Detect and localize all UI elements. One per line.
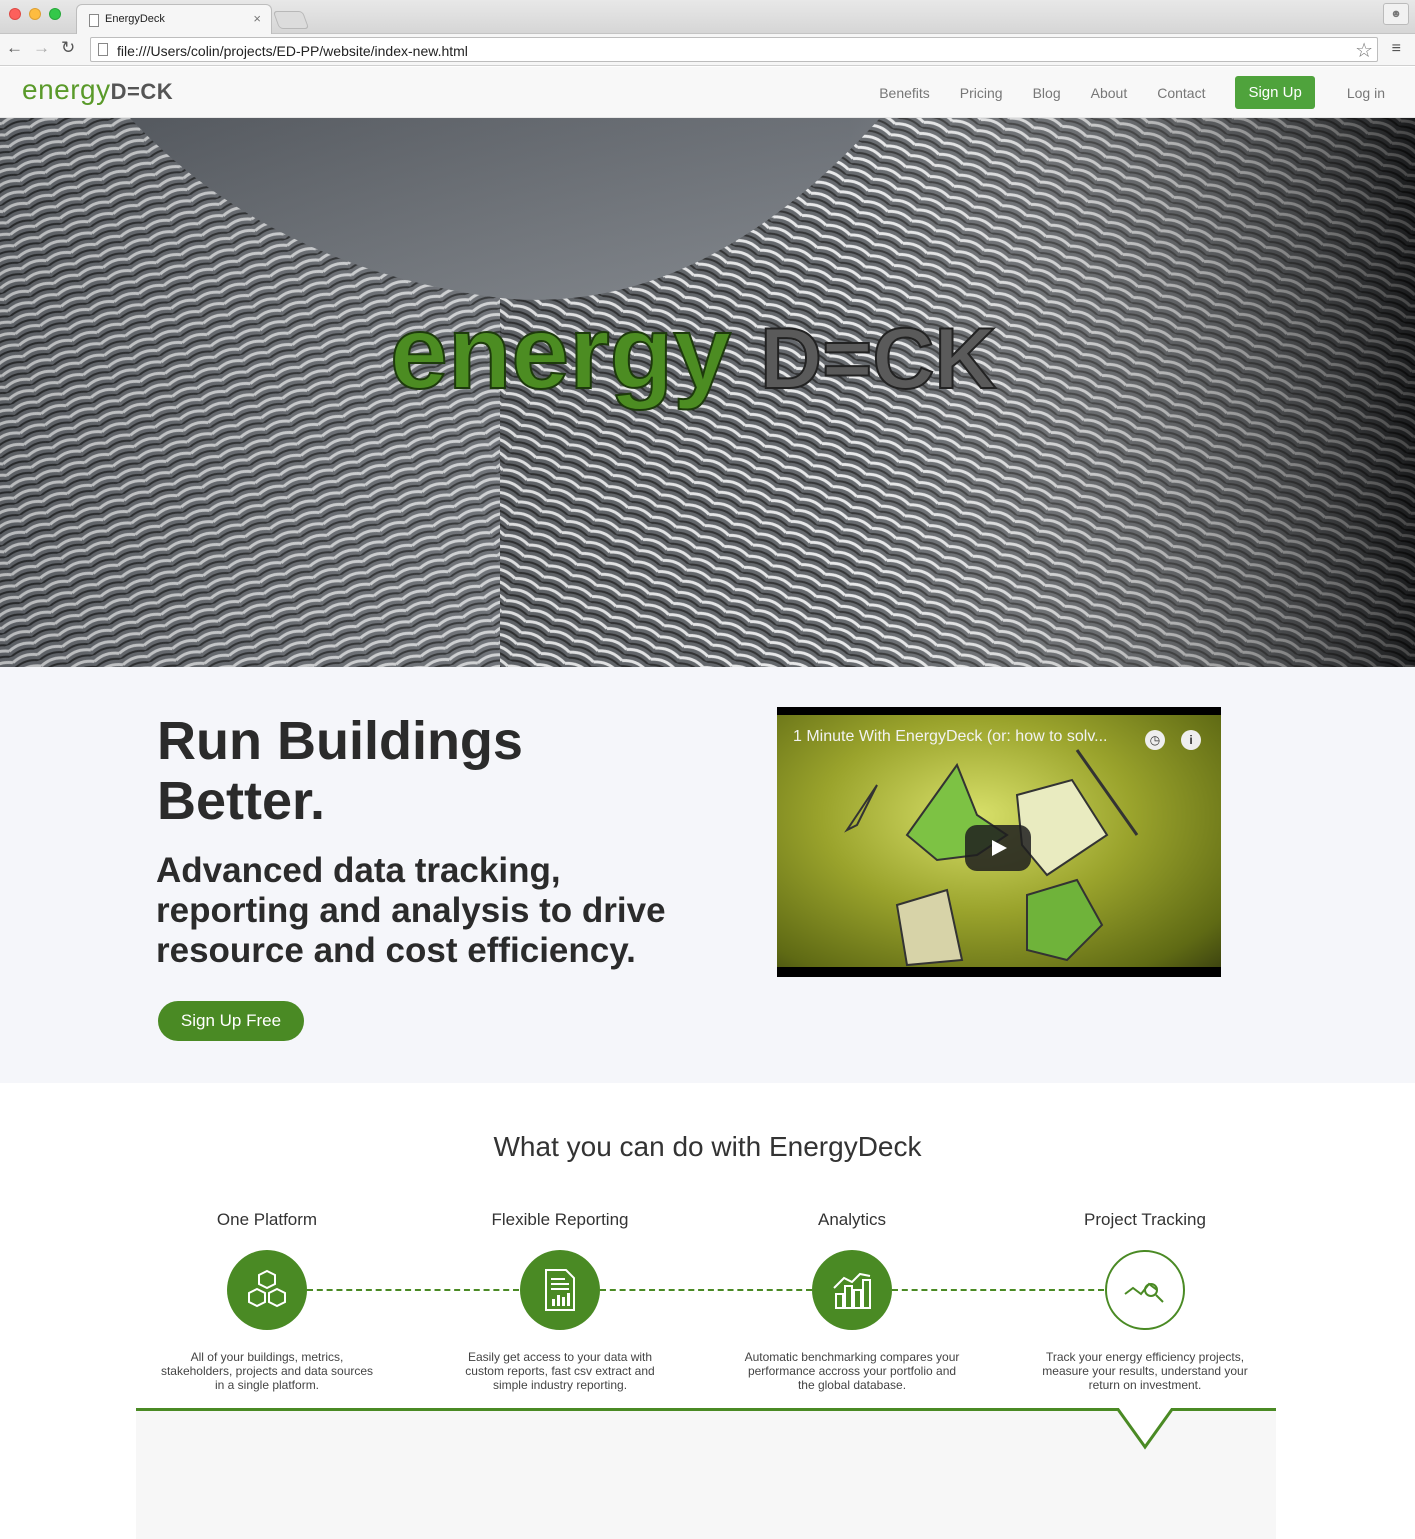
browser-tabbar: EnergyDeck × ☻ <box>0 0 1415 35</box>
feature-description: Automatic benchmarking compares your per… <box>744 1350 960 1392</box>
reload-icon[interactable]: ↻ <box>61 38 75 58</box>
intro-section: Run Buildings Better. Advanced data trac… <box>0 667 1415 1083</box>
logo-energy-text: energy <box>22 74 111 105</box>
nav-about[interactable]: About <box>1091 85 1128 101</box>
feature-description: Easily get access to your data with cust… <box>465 1350 655 1392</box>
forward-arrow-icon[interactable]: → <box>33 38 50 58</box>
report-icon[interactable] <box>520 1250 600 1330</box>
tab-title: EnergyDeck <box>105 13 165 25</box>
tab-close-icon[interactable]: × <box>253 11 261 26</box>
feature-description: Track your energy efficiency projects, m… <box>1042 1350 1248 1392</box>
site-navbar: energyD=CK Benefits Pricing Blog About C… <box>0 67 1415 118</box>
feature-project-tracking[interactable]: Project Tracking Track your energy effic… <box>1025 1210 1265 1392</box>
feature-analytics[interactable]: Analytics Automatic benchmarking compare… <box>732 1210 972 1392</box>
video-player[interactable]: 1 Minute With EnergyDeck (or: how to sol… <box>777 707 1221 977</box>
feature-one-platform[interactable]: One Platform All of your buildings, metr… <box>147 1210 387 1392</box>
info-icon[interactable]: i <box>1181 730 1201 750</box>
login-link[interactable]: Log in <box>1347 85 1385 101</box>
hero-architecture-image: energy D=CK <box>0 118 1415 667</box>
profile-icon[interactable]: ☻ <box>1383 3 1409 25</box>
feature-flexible-reporting[interactable]: Flexible Reporting Easily get access to … <box>440 1210 680 1392</box>
signup-button[interactable]: Sign Up <box>1235 76 1315 109</box>
headline: Run Buildings Better. <box>157 711 523 831</box>
nav-pricing[interactable]: Pricing <box>960 85 1003 101</box>
close-window-button[interactable] <box>9 8 21 20</box>
logo-deck-text: D=CK <box>110 79 174 104</box>
active-feature-pointer <box>1115 1405 1175 1450</box>
nav-links: Benefits Pricing Blog About Contact Sign… <box>879 67 1415 118</box>
feature-title: Project Tracking <box>1084 1210 1206 1229</box>
browser-toolbar: ← → ↻ file:///Users/colin/projects/ED-PP… <box>0 34 1415 66</box>
page-icon <box>89 14 99 27</box>
nav-contact[interactable]: Contact <box>1157 85 1205 101</box>
hero-banner: energy D=CK <box>0 118 1415 667</box>
nav-benefits[interactable]: Benefits <box>879 85 930 101</box>
play-button[interactable] <box>965 825 1031 871</box>
watch-later-icon[interactable]: ◷ <box>1145 730 1165 750</box>
feature-title: Analytics <box>817 1210 887 1229</box>
features-title: What you can do with EnergyDeck <box>493 1131 922 1162</box>
back-arrow-icon[interactable]: ← <box>6 38 23 58</box>
cubes-icon[interactable] <box>227 1250 307 1330</box>
browser-tab[interactable]: EnergyDeck × <box>76 4 272 35</box>
video-thumbnail: 1 Minute With EnergyDeck (or: how to sol… <box>777 715 1221 967</box>
nav-blog[interactable]: Blog <box>1033 85 1061 101</box>
feature-description: All of your buildings, metrics, stakehol… <box>160 1350 374 1392</box>
url-text[interactable]: file:///Users/colin/projects/ED-PP/websi… <box>117 43 468 59</box>
video-title[interactable]: 1 Minute With EnergyDeck (or: how to sol… <box>793 728 1107 746</box>
page-icon <box>98 43 108 56</box>
hero-logo-energy: energy <box>390 295 731 411</box>
subheadline: Advanced data tracking, reporting and an… <box>156 851 666 970</box>
zoom-window-button[interactable] <box>49 8 61 20</box>
hero-logo-deck: D=CK <box>760 311 997 407</box>
tracking-icon[interactable] <box>1105 1250 1185 1330</box>
bookmark-star-icon[interactable]: ☆ <box>1355 38 1373 63</box>
signup-free-button[interactable]: Sign Up Free <box>158 1001 304 1041</box>
feature-title: One Platform <box>216 1210 318 1229</box>
site-logo[interactable]: energyD=CK <box>22 74 173 106</box>
minimize-window-button[interactable] <box>29 8 41 20</box>
new-tab-button[interactable] <box>272 11 310 29</box>
menu-icon[interactable]: ≡ <box>1392 40 1401 58</box>
address-bar[interactable]: file:///Users/colin/projects/ED-PP/websi… <box>90 37 1378 62</box>
feature-title: Flexible Reporting <box>491 1210 629 1229</box>
feature-detail-panel <box>136 1408 1276 1539</box>
chart-icon[interactable] <box>812 1250 892 1330</box>
